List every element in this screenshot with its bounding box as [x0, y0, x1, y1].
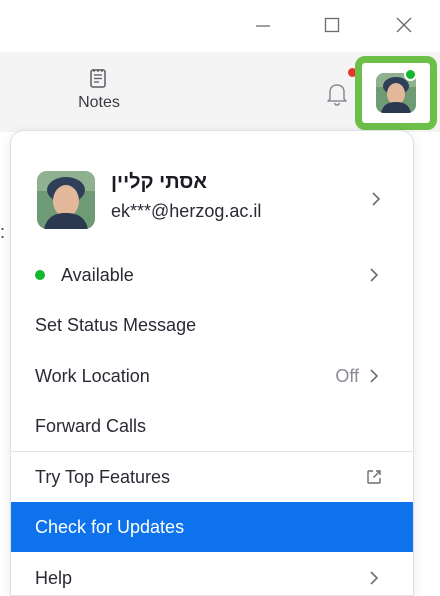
help-row[interactable]: Help [11, 553, 413, 595]
status-available-row[interactable]: Available [11, 250, 413, 300]
status-available-dot [404, 68, 417, 81]
work-location-row[interactable]: Work Location Off [11, 351, 413, 401]
profile-avatar-image [37, 171, 95, 229]
profile-avatar [37, 171, 95, 229]
title-bar [0, 0, 440, 52]
check-for-updates-row[interactable]: Check for Updates [11, 502, 413, 552]
status-label: Available [61, 264, 134, 285]
chevron-right-icon [370, 571, 379, 585]
maximize-button[interactable] [317, 10, 347, 40]
profile-name: אסתי קליין [111, 171, 207, 193]
profile-email: ek***@herzog.ac.il [111, 201, 262, 221]
background-text-fragment: : [0, 222, 6, 242]
set-status-label: Set Status Message [35, 314, 197, 335]
chevron-right-icon [372, 192, 381, 206]
work-location-value: Off [335, 365, 359, 386]
set-status-message-row[interactable]: Set Status Message [11, 300, 413, 350]
minimize-button[interactable] [248, 10, 278, 40]
chevron-right-icon [370, 268, 379, 282]
external-link-icon [367, 470, 381, 484]
status-dot-icon [35, 270, 45, 280]
profile-row[interactable]: אסתי קליין ek***@herzog.ac.il [11, 163, 413, 235]
check-updates-label: Check for Updates [35, 516, 185, 537]
chevron-right-icon [370, 369, 379, 383]
maximize-icon [324, 17, 340, 33]
forward-calls-label: Forward Calls [35, 415, 147, 436]
profile-menu: אסתי קליין ek***@herzog.ac.il Available … [10, 130, 414, 596]
notes-button[interactable]: Notes [66, 68, 132, 124]
top-features-label: Try Top Features [35, 466, 171, 487]
work-location-label: Work Location [35, 365, 150, 386]
notes-label: Notes [78, 94, 120, 111]
try-top-features-row[interactable]: Try Top Features [11, 452, 413, 502]
bell-icon[interactable] [322, 78, 352, 108]
help-label: Help [35, 567, 73, 588]
minimize-icon [256, 25, 270, 27]
close-button[interactable] [389, 10, 419, 40]
close-icon [396, 17, 412, 33]
forward-calls-row[interactable]: Forward Calls [11, 401, 413, 451]
notes-icon [90, 69, 106, 88]
